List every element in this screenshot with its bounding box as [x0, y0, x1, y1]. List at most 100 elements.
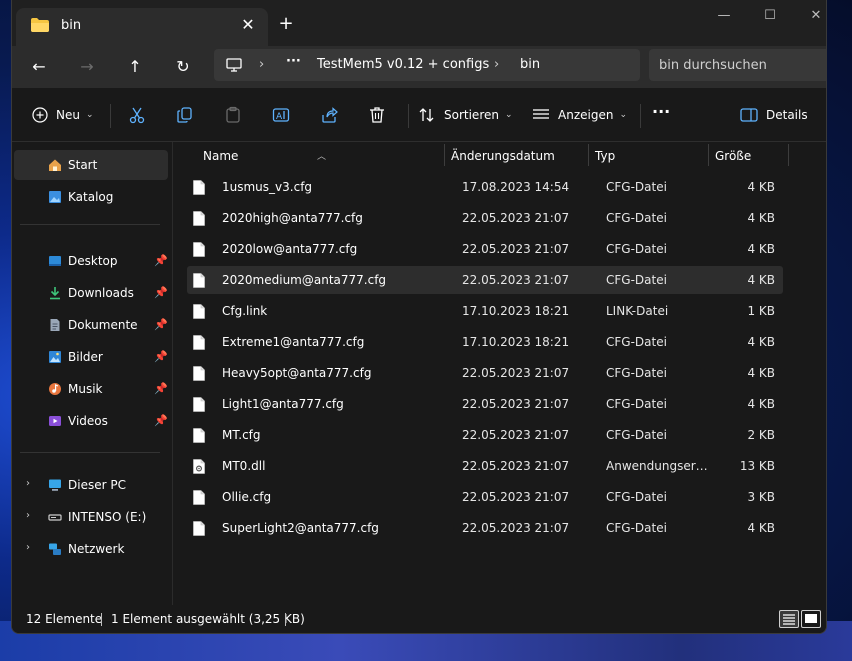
table-row[interactable]: Ollie.cfg 22.05.2023 21:07 CFG-Datei 3 KB [187, 483, 783, 511]
close-window-button[interactable]: ✕ [796, 4, 826, 28]
back-button[interactable]: ← [24, 52, 54, 82]
table-row[interactable]: 2020low@anta777.cfg 22.05.2023 21:07 CFG-D… [187, 235, 783, 263]
table-row[interactable]: 1usmus_v3.cfg 17.08.2023 14:54 CFG-Datei 4 … [187, 173, 783, 201]
column-header-size[interactable]: Größe [715, 149, 751, 163]
sidebar-item-dokumente[interactable]: Dokumente 📌 [14, 310, 168, 340]
sidebar-item-katalog[interactable]: Katalog [14, 182, 168, 212]
new-button-label: Neu [56, 108, 80, 122]
file-name: SuperLight2@anta777.cfg [222, 521, 379, 535]
tab-bin[interactable]: bin ✕ [16, 8, 268, 46]
pin-icon[interactable]: 📌 [154, 318, 168, 331]
table-row[interactable]: SuperLight2@anta777.cfg 22.05.2023 21:07 C… [187, 514, 783, 542]
sidebar-item-musik[interactable]: Musik 📌 [14, 374, 168, 404]
table-row[interactable]: Extreme1@anta777.cfg 17.10.2023 18:21 CFG-… [187, 328, 783, 356]
table-row[interactable]: Cfg.link 17.10.2023 18:21 LINK-Datei 1 KB [187, 297, 783, 325]
table-row[interactable]: MT.cfg 22.05.2023 21:07 CFG-Datei 2 KB [187, 421, 783, 449]
details-pane-icon [740, 108, 758, 122]
details-view-toggle[interactable] [779, 610, 799, 628]
sort-button[interactable]: Sortieren ⌄ [418, 102, 513, 128]
file-icon [193, 180, 205, 195]
table-row[interactable]: Light1@anta777.cfg 22.05.2023 21:07 CFG-Da… [187, 390, 783, 418]
breadcrumb-item-testmem[interactable]: TestMem5 v0.12 + configs [317, 57, 489, 72]
up-button[interactable]: ↑ [120, 52, 150, 82]
trash-icon [370, 107, 384, 123]
document-icon [50, 319, 60, 331]
file-type: CFG-Datei [606, 180, 667, 194]
file-icon [193, 273, 205, 288]
column-divider[interactable] [788, 144, 789, 166]
maximize-button[interactable]: ☐ [750, 4, 790, 28]
table-row[interactable]: 2020high@anta777.cfg 22.05.2023 21:07 CFG-… [187, 204, 783, 232]
forward-button[interactable]: → [72, 52, 102, 82]
column-header-name[interactable]: Name [203, 149, 238, 163]
pin-icon[interactable]: 📌 [154, 414, 168, 427]
sidebar-item-intenso[interactable]: › INTENSO (E:) [14, 502, 168, 532]
table-row[interactable]: Heavy5opt@anta777.cfg 22.05.2023 21:07 CFG… [187, 359, 783, 387]
table-row[interactable]: 2020medium@anta777.cfg 22.05.2023 21:07 CF… [187, 266, 783, 294]
new-button[interactable]: Neu ⌄ [32, 102, 94, 128]
file-name: Extreme1@anta777.cfg [222, 335, 365, 349]
explorer-window: bin ✕ + — ☐ ✕ ← → ↑ ↻ › ··· TestMem5 v0.… [11, 0, 827, 634]
tiles-view-toggle[interactable] [801, 610, 821, 628]
sidebar-item-videos[interactable]: Videos 📌 [14, 406, 168, 436]
cut-button[interactable] [128, 102, 146, 128]
video-icon [49, 416, 61, 426]
refresh-button[interactable]: ↻ [168, 52, 198, 82]
sidebar-item-dieser-pc[interactable]: › Dieser PC [14, 470, 168, 500]
file-size: 1 KB [747, 304, 775, 318]
view-button[interactable]: Anzeigen ⌄ [532, 102, 627, 128]
desktop-icon [49, 256, 61, 266]
sidebar-item-label: Bilder [68, 350, 103, 364]
selection-info: 1 Element ausgewählt (3,25 KB) [111, 612, 305, 626]
pin-icon[interactable]: 📌 [154, 286, 168, 299]
delete-button[interactable] [368, 102, 386, 128]
copy-button[interactable] [176, 102, 194, 128]
pin-icon[interactable]: 📌 [154, 382, 168, 395]
column-header-date[interactable]: Änderungsdatum [451, 149, 555, 163]
file-date: 22.05.2023 21:07 [462, 242, 570, 256]
file-type: CFG-Datei [606, 211, 667, 225]
file-icon [193, 428, 205, 443]
file-date: 17.10.2023 18:21 [462, 304, 570, 318]
file-type: CFG-Datei [606, 397, 667, 411]
pin-icon[interactable]: 📌 [154, 350, 168, 363]
more-options-button[interactable]: ··· [652, 98, 670, 124]
breadcrumb-item-bin[interactable]: bin [520, 57, 540, 72]
file-name: MT0.dll [222, 459, 266, 473]
file-icon [193, 304, 205, 319]
sidebar-divider [20, 224, 160, 225]
minimize-button[interactable]: — [704, 4, 744, 28]
sidebar-item-bilder[interactable]: Bilder 📌 [14, 342, 168, 372]
paste-button[interactable] [224, 102, 242, 128]
search-box[interactable]: bin durchsuchen [649, 49, 826, 81]
table-row[interactable]: MT0.dll 22.05.2023 21:07 Anwendungserwe...… [187, 452, 783, 480]
address-bar[interactable]: › ··· TestMem5 v0.12 + configs › bin [214, 49, 640, 81]
computer-icon [226, 58, 242, 72]
breadcrumb-more-button[interactable]: ··· [286, 54, 301, 69]
download-icon [50, 287, 60, 300]
chevron-right-icon[interactable]: › [26, 510, 30, 521]
chevron-right-icon[interactable]: › [26, 478, 30, 489]
column-divider[interactable] [444, 144, 445, 166]
pin-icon[interactable]: 📌 [154, 254, 168, 267]
column-header-type[interactable]: Typ [595, 149, 615, 163]
share-button[interactable] [320, 102, 338, 128]
file-type: CFG-Datei [606, 242, 667, 256]
sidebar-item-desktop[interactable]: Desktop 📌 [14, 246, 168, 276]
sidebar-divider [20, 452, 160, 453]
column-divider[interactable] [588, 144, 589, 166]
new-tab-button[interactable]: + [274, 12, 298, 36]
sidebar-item-start[interactable]: Start [14, 150, 168, 180]
details-button[interactable]: Details [740, 102, 808, 128]
column-divider[interactable] [708, 144, 709, 166]
tab-title: bin [61, 18, 82, 33]
computer-icon [49, 479, 61, 491]
chevron-right-icon[interactable]: › [26, 542, 30, 553]
sidebar-item-downloads[interactable]: Downloads 📌 [14, 278, 168, 308]
sidebar-item-netzwerk[interactable]: › Netzwerk [14, 534, 168, 564]
close-tab-icon[interactable]: ✕ [236, 13, 260, 37]
file-name: Heavy5opt@anta777.cfg [222, 366, 372, 380]
search-input[interactable]: bin durchsuchen [659, 58, 767, 73]
details-button-label: Details [766, 108, 808, 122]
rename-button[interactable]: A [272, 102, 290, 128]
